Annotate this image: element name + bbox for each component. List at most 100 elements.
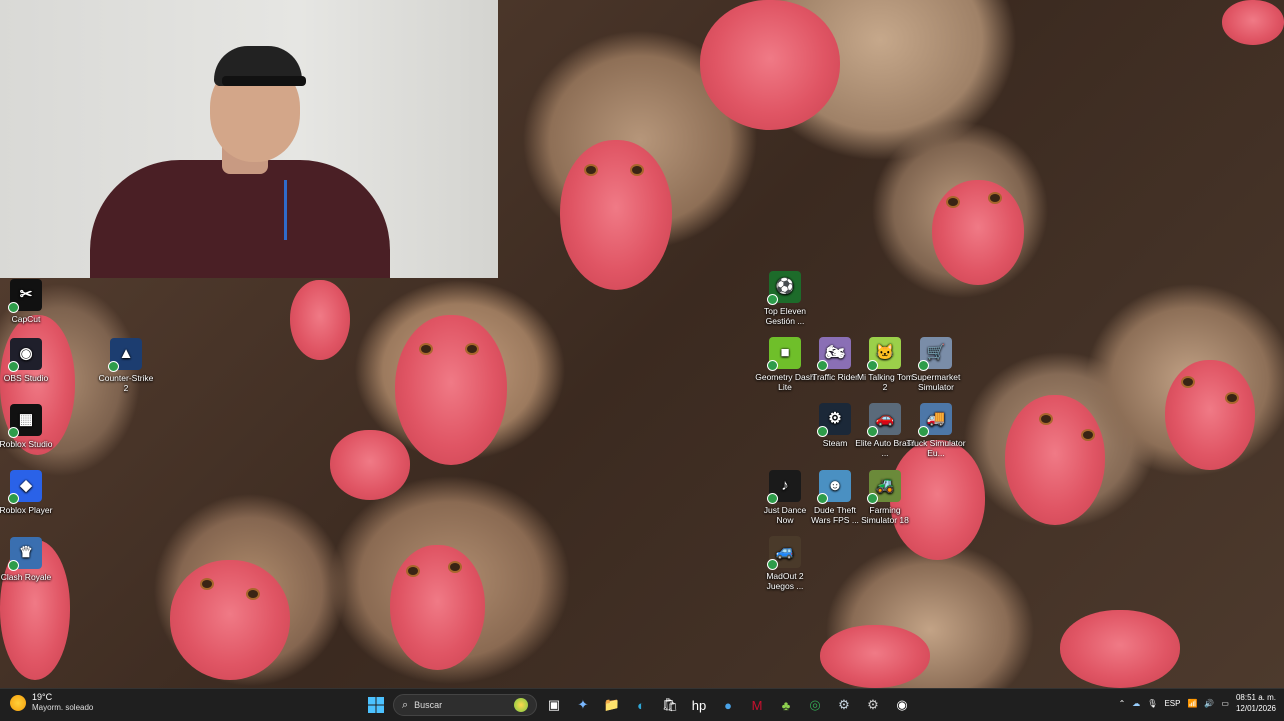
game-app-icon[interactable]: ♣ (774, 693, 798, 717)
taskbar-center: ⌕ Buscar ▣ ✦ 📁 ◐ 🛍 hp ● M ♣ ◎ ⚙ ⚙ ◉ (364, 693, 914, 717)
hp-icon[interactable]: hp (687, 693, 711, 717)
madout-icon: 🚙 (767, 536, 801, 570)
sync-badge-icon (8, 361, 19, 372)
steam-taskbar-icon[interactable]: ⚙ (832, 693, 856, 717)
monkey-face (395, 315, 507, 465)
desktop-icon-obs[interactable]: ◉ OBS Studio (0, 338, 56, 383)
search-placeholder: Buscar (414, 700, 443, 710)
task-view-icon[interactable]: ▣ (542, 693, 566, 717)
taskbar: 19°C Mayorm. soleado ⌕ Buscar ▣ ✦ 📁 ◐ 🛍 hp ● M ♣… (0, 688, 1284, 721)
chevron-up-icon[interactable]: ⌃ (1119, 699, 1126, 708)
roblox-studio-icon: ▦ (8, 404, 42, 438)
settings-icon[interactable]: ⚙ (861, 693, 885, 717)
windows-logo-icon (368, 697, 384, 713)
obs-icon: ◉ (8, 338, 42, 372)
desktop-icon-roblox-studio[interactable]: ▦ Roblox Studio (0, 404, 56, 449)
volume-icon[interactable]: 🔊 (1204, 699, 1214, 708)
microphone-icon[interactable]: 🎙 (1147, 699, 1157, 708)
desktop-icon-label: Top Eleven Gestión ... (763, 306, 807, 326)
desktop-icon-label: Farming Simulator 18 (861, 505, 909, 525)
monkey-face (330, 430, 410, 500)
monkey-face (932, 180, 1024, 285)
desktop-icon-truck-simulator[interactable]: 🚚 Truck Simulator Eu... (906, 403, 966, 458)
sync-badge-icon (867, 493, 878, 504)
just-dance-icon: ♪ (767, 470, 801, 504)
monkey-face (1222, 0, 1284, 45)
sync-badge-icon (767, 294, 778, 305)
desktop-icon-supermarket[interactable]: 🛒 Supermarket Simulator (906, 337, 966, 392)
monkey-face (1165, 360, 1255, 470)
language-indicator[interactable]: ESP (1164, 699, 1180, 708)
search-icon: ⌕ (402, 698, 409, 711)
sync-badge-icon (8, 493, 19, 504)
desktop-icon-clash-royale[interactable]: ♛ Clash Royale (0, 537, 56, 582)
clash-royale-icon: ♛ (8, 537, 42, 571)
farming-simulator-icon: 🚜 (867, 470, 901, 504)
top-eleven-icon: ⚽ (767, 271, 801, 305)
desktop-icon-madout[interactable]: 🚙 MadOut 2 Juegos ... (755, 536, 815, 591)
capcut-icon: ✂ (8, 279, 42, 313)
sync-badge-icon (817, 426, 828, 437)
elite-auto-icon: 🚗 (867, 403, 901, 437)
geometry-dash-icon: ■ (767, 337, 801, 371)
desktop-icon-roblox-player[interactable]: ◆ Roblox Player (0, 470, 56, 515)
monkey-face (290, 280, 350, 360)
sync-badge-icon (767, 360, 778, 371)
truck-simulator-icon: 🚚 (918, 403, 952, 437)
steam-icon: ⚙ (817, 403, 851, 437)
desktop-icon-label: MadOut 2 Juegos ... (766, 571, 804, 591)
obs-taskbar-icon[interactable]: ◉ (890, 693, 914, 717)
weather-widget[interactable]: 19°C Mayorm. soleado (10, 692, 93, 713)
traffic-rider-icon: 🏍 (817, 337, 851, 371)
battery-icon[interactable]: ▭ (1221, 699, 1229, 708)
desktop-icon-label: Roblox Player (0, 505, 53, 515)
wifi-icon[interactable]: 📶 (1187, 699, 1197, 708)
unknown-app-icon[interactable]: ● (716, 693, 740, 717)
microsoft-store-icon[interactable]: 🛍 (658, 693, 682, 717)
monkey-face (1005, 395, 1105, 525)
copilot-icon[interactable]: ✦ (571, 693, 595, 717)
sync-badge-icon (817, 360, 828, 371)
clock[interactable]: 08:51 a. m. 12/01/2026 (1236, 692, 1276, 714)
monkey-face (1060, 610, 1180, 688)
desktop-icon-label: OBS Studio (3, 373, 49, 383)
person-shirt (90, 160, 390, 278)
onedrive-icon[interactable]: ☁ (1132, 699, 1140, 708)
monkey-face (700, 0, 840, 130)
start-button[interactable] (364, 693, 388, 717)
desktop-icon-label: Truck Simulator Eu... (906, 438, 966, 458)
taskbar-search[interactable]: ⌕ Buscar (393, 694, 537, 716)
talking-tom-icon: 🐱 (867, 337, 901, 371)
file-explorer-icon[interactable]: 📁 (600, 693, 624, 717)
weather-sun-icon (10, 694, 26, 711)
clock-time: 08:51 a. m. (1235, 693, 1276, 702)
clock-date: 12/01/2026 (1235, 704, 1276, 713)
desktop-icon-capcut[interactable]: ✂ CapCut (0, 279, 56, 324)
system-tray: ⌃ ☁ 🎙 ESP 📶 🔊 ▭ 08:51 a. m. 12/01/2026 (1119, 692, 1276, 714)
desktop-icon-farming-simulator[interactable]: 🚜 Farming Simulator 18 (855, 470, 915, 525)
webcam-overlay (0, 0, 498, 278)
sync-badge-icon (918, 360, 929, 371)
sync-badge-icon (8, 560, 19, 571)
desktop-icon-top-eleven[interactable]: ⚽ Top Eleven Gestión ... (755, 271, 815, 326)
desktop-icon-label: Roblox Studio (0, 439, 53, 449)
mcafee-icon[interactable]: M (745, 693, 769, 717)
sync-badge-icon (8, 302, 19, 313)
weather-temp: 19°C (32, 692, 53, 702)
monkey-face (560, 140, 672, 290)
sync-badge-icon (8, 427, 19, 438)
sync-badge-icon (918, 426, 929, 437)
edge-icon[interactable]: ◐ (629, 693, 653, 717)
desktop-icon-label: Supermarket Simulator (911, 372, 961, 392)
weather-description: Mayorm. soleado (32, 703, 94, 712)
counter-strike-icon: ▲ (108, 338, 142, 372)
search-highlight-icon (514, 698, 528, 712)
dude-theft-icon: ☻ (817, 470, 851, 504)
sync-badge-icon (867, 360, 878, 371)
desktop-icon-counter-strike[interactable]: ▲ Counter-Strike 2 (96, 338, 156, 393)
monkey-face (390, 545, 485, 670)
desktop-icon-label: Counter-Strike 2 (98, 373, 154, 393)
sync-badge-icon (817, 493, 828, 504)
sync-badge-icon (767, 493, 778, 504)
chrome-icon[interactable]: ◎ (803, 693, 827, 717)
